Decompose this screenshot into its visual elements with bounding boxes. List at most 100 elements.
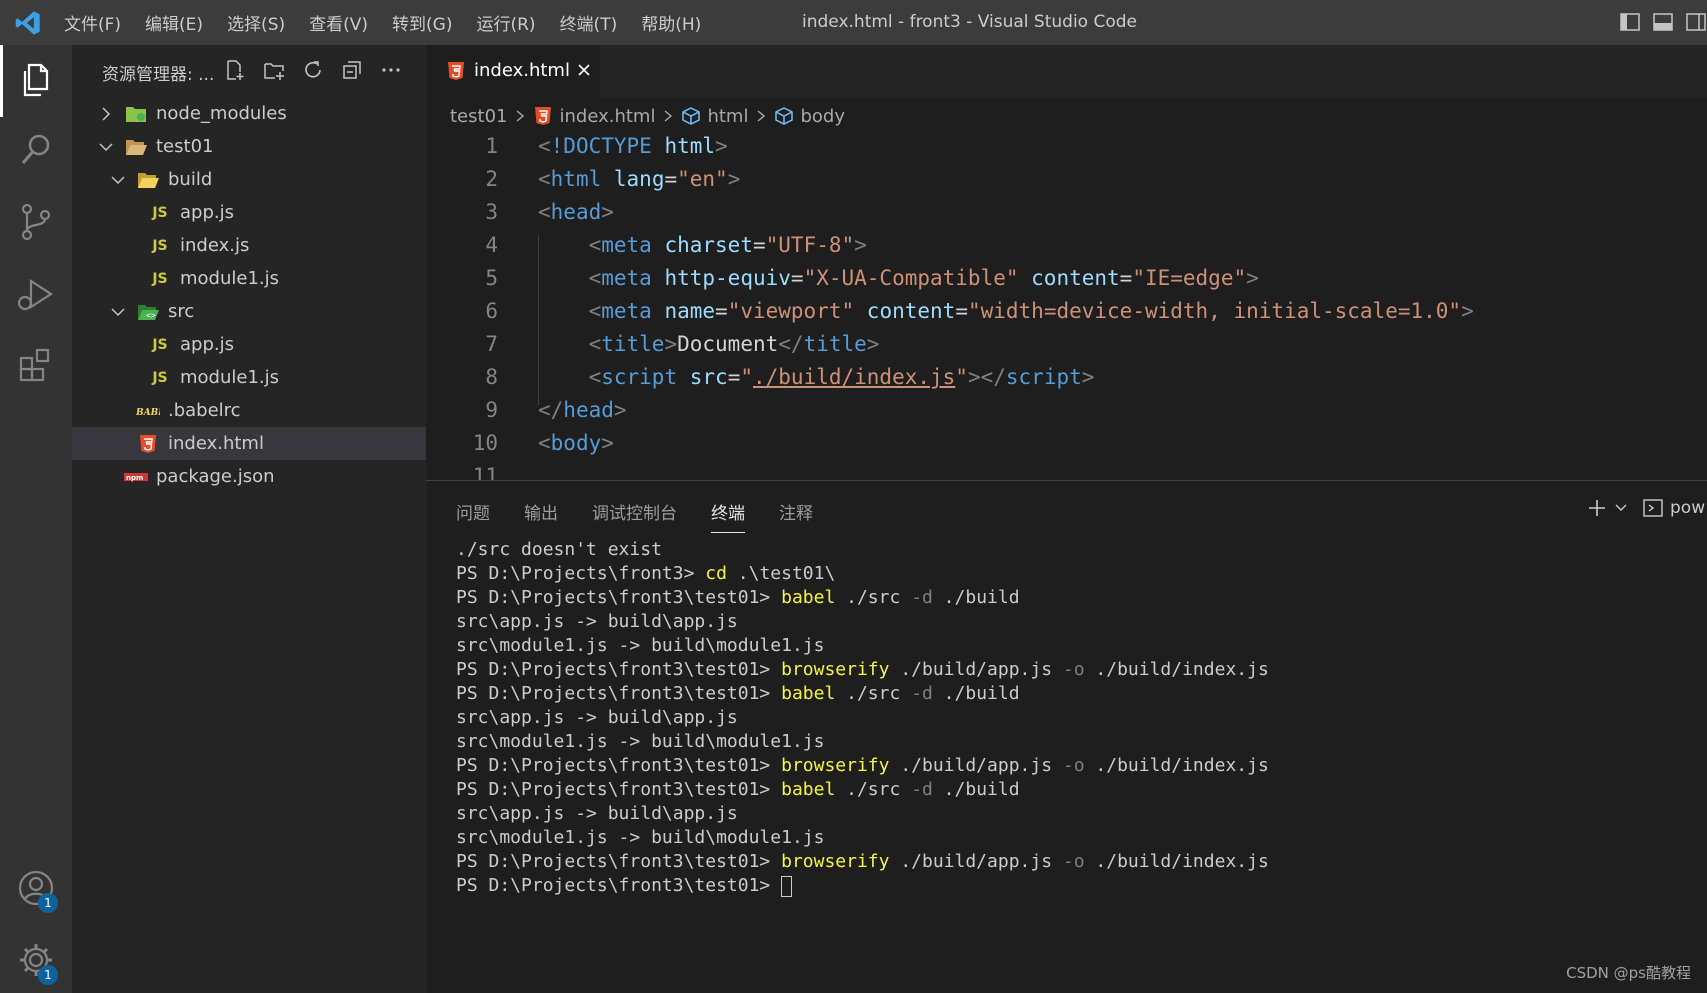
explorer-icon[interactable] [13, 57, 59, 103]
chevron-right-icon [517, 110, 525, 122]
tree-item-package-json[interactable]: npm package.json [72, 460, 426, 493]
tab-debug-console[interactable]: 调试控制台 [592, 499, 677, 533]
tree-item-src[interactable]: <> src [72, 295, 426, 328]
js-file-icon: JS [152, 204, 168, 221]
tree-item-src-module1-js[interactable]: JS module1.js [72, 361, 426, 394]
menu-terminal[interactable]: 终端(T) [560, 10, 618, 35]
extensions-icon[interactable] [13, 342, 59, 388]
folder-open-icon [124, 136, 148, 158]
menu-selection[interactable]: 选择(S) [227, 10, 285, 35]
vscode-logo-icon[interactable] [14, 9, 42, 37]
watermark: CSDN @ps酷教程 [1566, 964, 1691, 982]
symbol-element-icon [682, 107, 701, 125]
tree-item-src-app-js[interactable]: JS app.js [72, 328, 426, 361]
bottom-panel: 问题 输出 调试控制台 终端 注释 pow ./src doesn't exis… [426, 480, 1707, 993]
tree-item-build-index-js[interactable]: JS index.js [72, 229, 426, 262]
src-folder-icon: <> [136, 301, 160, 323]
svg-text:BABEL: BABEL [136, 408, 160, 418]
tree-item-build-module1-js[interactable]: JS module1.js [72, 262, 426, 295]
editor-group: index.html test01 index.html html body 1… [426, 45, 1707, 480]
tree-item-build-app-js[interactable]: JS app.js [72, 196, 426, 229]
breadcrumb-item[interactable]: test01 [450, 106, 507, 127]
breadcrumb-item[interactable]: index.html [559, 106, 655, 127]
code-line: 4 <meta charset="UTF-8"> [426, 229, 1707, 262]
tree-item-babelrc[interactable]: BABEL .babelrc [72, 394, 426, 427]
collapse-all-icon[interactable] [341, 59, 363, 81]
html5-file-icon [444, 60, 468, 82]
tree-item-index-html[interactable]: index.html [72, 427, 426, 460]
terminal-output[interactable]: ./src doesn't exist PS D:\Projects\front… [456, 538, 1269, 898]
search-icon[interactable] [13, 127, 59, 173]
close-icon[interactable] [576, 62, 592, 78]
menu-help[interactable]: 帮助(H) [641, 10, 701, 35]
js-file-icon: JS [152, 336, 168, 353]
line-number: 10 [472, 431, 498, 455]
line-number: 2 [485, 167, 498, 191]
breadcrumb-item[interactable]: body [800, 106, 845, 127]
js-file-icon: JS [152, 270, 168, 287]
breadcrumb-item[interactable]: html [707, 106, 748, 127]
code-line: 8 <script src="./build/index.js"></scrip… [426, 361, 1707, 394]
chevron-right-icon [102, 106, 111, 121]
build-folder-icon [136, 169, 160, 191]
source-control-icon[interactable] [13, 199, 59, 245]
code-line: 9 </head> [426, 394, 1707, 427]
refresh-icon[interactable] [302, 59, 324, 81]
tree-item-label: build [168, 169, 213, 190]
terminal-line: PS D:\Projects\front3\test01> browserify… [456, 851, 1269, 872]
explorer-header: 资源管理器: ... [72, 45, 426, 97]
code-line: 2 <html lang="en"> [426, 163, 1707, 196]
tree-item-label: test01 [156, 136, 214, 157]
terminal-line: src\module1.js -> build\module1.js [456, 635, 825, 656]
tab-problems[interactable]: 问题 [456, 499, 490, 533]
terminal-shell-icon [1643, 499, 1663, 517]
toggle-secondary-sidebar-icon[interactable] [1685, 11, 1707, 33]
menu-file[interactable]: 文件(F) [64, 10, 121, 35]
title-bar: 文件(F) 编辑(E) 选择(S) 查看(V) 转到(G) 运行(R) 终端(T… [0, 0, 1707, 45]
terminal-line: PS D:\Projects\front3\test01> babel ./sr… [456, 587, 1020, 608]
breadcrumb: test01 index.html html body [450, 101, 845, 131]
tree-item-node-modules[interactable]: node_modules [72, 97, 426, 130]
menu-go[interactable]: 转到(G) [392, 10, 452, 35]
terminal-line: src\app.js -> build\app.js [456, 707, 738, 728]
terminal-line: PS D:\Projects\front3\test01> babel ./sr… [456, 779, 1020, 800]
editor-tab-bar: index.html [426, 45, 1707, 97]
tab-terminal[interactable]: 终端 [711, 499, 745, 533]
html5-file-icon [535, 107, 552, 125]
tab-output[interactable]: 输出 [524, 499, 558, 533]
line-number: 7 [485, 332, 498, 356]
code-line: 3 <head> [426, 196, 1707, 229]
code-editor[interactable]: 1 <!DOCTYPE html> 2 <html lang="en"> 3 <hea… [426, 130, 1707, 480]
line-number: 11 [472, 464, 498, 480]
npm-file-icon: npm [124, 466, 148, 488]
tab-comments[interactable]: 注释 [779, 499, 813, 533]
tree-item-test01[interactable]: test01 [72, 130, 426, 163]
code-line: 6 <meta name="viewport" content="width=d… [426, 295, 1707, 328]
tab-label: index.html [474, 60, 570, 81]
terminal-shell-name[interactable]: pow [1670, 498, 1705, 518]
menu-run[interactable]: 运行(R) [476, 10, 535, 35]
new-terminal-icon[interactable] [1586, 497, 1608, 519]
toggle-panel-icon[interactable] [1652, 11, 1674, 33]
chevron-down-icon[interactable] [1614, 501, 1628, 515]
new-file-icon[interactable] [224, 59, 246, 81]
chevron-down-icon [111, 175, 125, 184]
svg-text:npm: npm [126, 474, 143, 482]
more-actions-icon[interactable] [380, 59, 402, 81]
babel-file-icon: BABEL [136, 400, 160, 422]
tab-index-html[interactable]: index.html [426, 45, 600, 97]
tree-item-build[interactable]: build [72, 163, 426, 196]
run-debug-icon[interactable] [13, 271, 59, 317]
chevron-right-icon [665, 110, 673, 122]
js-file-icon: JS [152, 237, 168, 254]
menu-view[interactable]: 查看(V) [309, 10, 368, 35]
toggle-sidebar-icon[interactable] [1619, 11, 1641, 33]
tree-item-label: module1.js [180, 367, 280, 388]
explorer-title: 资源管理器: ... [102, 65, 215, 85]
menu-edit[interactable]: 编辑(E) [145, 10, 203, 35]
tree-item-label: index.js [180, 235, 250, 256]
tree-item-label: node_modules [156, 103, 287, 124]
code-line: 1 <!DOCTYPE html> [426, 130, 1707, 163]
new-folder-icon[interactable] [263, 59, 285, 81]
terminal-line: src\module1.js -> build\module1.js [456, 827, 825, 848]
